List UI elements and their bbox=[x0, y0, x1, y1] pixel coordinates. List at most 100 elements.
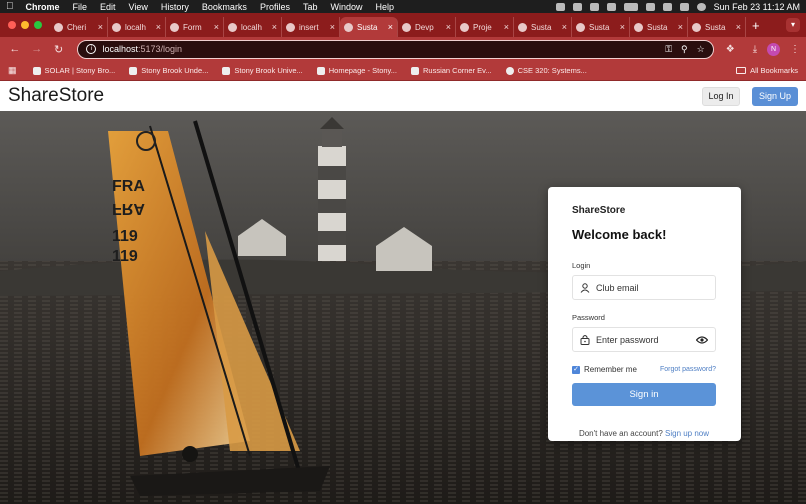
close-icon[interactable]: × bbox=[214, 22, 219, 32]
login-field[interactable] bbox=[572, 275, 716, 300]
url-host: localhost bbox=[102, 44, 139, 54]
site-brand[interactable]: ShareStore bbox=[8, 85, 104, 107]
bookmark-item[interactable]: Russian Corner Ev... bbox=[410, 66, 492, 75]
menu-app-name[interactable]: Chrome bbox=[26, 2, 60, 12]
browser-tab[interactable]: Cheri × bbox=[50, 17, 108, 37]
extensions-icon[interactable]: ❖ bbox=[726, 44, 735, 55]
reload-icon[interactable]: ↻ bbox=[50, 43, 68, 56]
menu-edit[interactable]: Edit bbox=[100, 2, 116, 12]
close-icon[interactable]: × bbox=[388, 22, 393, 32]
address-bar[interactable]: i localhost:5173/login ⚿ ⚲ ☆ bbox=[77, 39, 714, 59]
url-path: :5173/login bbox=[138, 44, 183, 54]
status-app-icon[interactable] bbox=[555, 2, 565, 11]
menu-view[interactable]: View bbox=[129, 2, 148, 12]
bookmark-star-icon[interactable]: ☆ bbox=[697, 44, 705, 55]
bookmark-favicon bbox=[32, 66, 41, 75]
tab-label: Susta bbox=[357, 22, 378, 32]
close-icon[interactable]: × bbox=[272, 22, 277, 32]
browser-tab[interactable]: Susta × bbox=[572, 17, 630, 37]
close-window-button[interactable] bbox=[8, 21, 16, 29]
password-key-icon[interactable]: ⚿ bbox=[665, 44, 672, 55]
browser-tab[interactable]: Susta × bbox=[688, 17, 746, 37]
minimize-window-button[interactable] bbox=[21, 21, 29, 29]
bookmark-item[interactable]: Homepage - Stony... bbox=[316, 66, 397, 75]
header-signup-button[interactable]: Sign Up bbox=[752, 86, 798, 106]
bookmark-favicon bbox=[129, 66, 138, 75]
menu-tab[interactable]: Tab bbox=[303, 2, 318, 12]
browser-tab[interactable]: Susta × bbox=[340, 17, 398, 37]
menu-clock[interactable]: Sun Feb 23 11:12 AM bbox=[714, 2, 800, 12]
menu-history[interactable]: History bbox=[161, 2, 189, 12]
sign-in-button[interactable]: Sign in bbox=[572, 383, 716, 406]
wifi-icon[interactable] bbox=[645, 2, 655, 11]
zoom-window-button[interactable] bbox=[34, 21, 42, 29]
close-icon[interactable]: × bbox=[446, 22, 451, 32]
site-info-icon[interactable]: i bbox=[86, 44, 97, 54]
tab-list: Cheri × localh × Form × localh × insert × Susta × De… bbox=[50, 13, 746, 37]
menu-file[interactable]: File bbox=[73, 2, 88, 12]
remember-row: ✓ Remember me Forgot password? bbox=[572, 365, 716, 374]
status-app-icon[interactable] bbox=[606, 2, 616, 11]
menu-profiles[interactable]: Profiles bbox=[260, 2, 290, 12]
browser-tab[interactable]: localh × bbox=[224, 17, 282, 37]
zoom-icon[interactable]: ⚲ bbox=[681, 44, 688, 55]
forgot-password-link[interactable]: Forgot password? bbox=[660, 366, 716, 373]
control-center-icon[interactable] bbox=[679, 2, 689, 11]
new-tab-button[interactable]: + bbox=[752, 18, 760, 33]
login-input[interactable] bbox=[596, 282, 708, 293]
bookmark-label: Russian Corner Ev... bbox=[422, 66, 492, 75]
menu-bookmarks[interactable]: Bookmarks bbox=[202, 2, 247, 12]
tab-search-button[interactable]: ▾ bbox=[786, 18, 800, 32]
apps-grid-icon[interactable]: ▦ bbox=[8, 65, 17, 76]
remember-me-label[interactable]: Remember me bbox=[584, 365, 637, 374]
browser-tab[interactable]: localh × bbox=[108, 17, 166, 37]
back-arrow-icon[interactable]: ← bbox=[6, 43, 24, 55]
password-label: Password bbox=[572, 313, 605, 322]
close-icon[interactable]: × bbox=[98, 22, 103, 32]
remember-me-checkbox[interactable]: ✓ bbox=[572, 365, 580, 374]
tab-label: localh bbox=[241, 22, 262, 32]
browser-tab[interactable]: Proje × bbox=[456, 17, 514, 37]
header-login-button[interactable]: Log In bbox=[702, 86, 740, 106]
bookmark-item[interactable]: CSE 320: Systems... bbox=[505, 66, 587, 75]
browser-tab[interactable]: Form × bbox=[166, 17, 224, 37]
search-icon[interactable] bbox=[662, 2, 672, 11]
svg-text:FRA: FRA bbox=[112, 178, 145, 195]
bookmark-item[interactable]: Stony Brook Unde... bbox=[129, 66, 208, 75]
browser-tab[interactable]: insert × bbox=[282, 17, 340, 37]
bookmark-item[interactable]: Stony Brook Unive... bbox=[222, 66, 303, 75]
close-icon[interactable]: × bbox=[620, 22, 625, 32]
all-bookmarks-button[interactable]: All Bookmarks bbox=[736, 66, 798, 75]
profile-avatar[interactable]: N bbox=[767, 42, 780, 56]
download-icon[interactable]: ⤓ bbox=[753, 44, 757, 55]
lock-icon bbox=[580, 334, 591, 345]
show-password-eye-icon[interactable] bbox=[696, 335, 708, 344]
close-icon[interactable]: × bbox=[736, 22, 741, 32]
password-field[interactable] bbox=[572, 327, 716, 352]
bookmark-item[interactable]: SOLAR | Stony Bro... bbox=[32, 66, 115, 75]
browser-tab[interactable]: Susta × bbox=[630, 17, 688, 37]
forward-arrow-icon[interactable]: → bbox=[28, 43, 46, 55]
siri-icon[interactable] bbox=[696, 2, 706, 11]
close-icon[interactable]: × bbox=[562, 22, 567, 32]
browser-tab[interactable]: Susta × bbox=[514, 17, 572, 37]
apple-icon[interactable]:  bbox=[6, 1, 14, 12]
close-icon[interactable]: × bbox=[678, 22, 683, 32]
sign-up-now-link[interactable]: Sign up now bbox=[665, 429, 709, 438]
close-icon[interactable]: × bbox=[504, 22, 509, 32]
close-icon[interactable]: × bbox=[156, 22, 161, 32]
signup-prompt: Don't have an account? Sign up now bbox=[572, 429, 716, 438]
password-input[interactable] bbox=[596, 334, 696, 345]
app-icon bbox=[344, 22, 353, 32]
battery-icon[interactable] bbox=[623, 2, 638, 11]
status-app-icon[interactable] bbox=[572, 2, 582, 11]
status-app-icon[interactable] bbox=[589, 2, 599, 11]
more-menu-icon[interactable]: ⋮ bbox=[790, 44, 800, 55]
globe-icon bbox=[112, 22, 121, 32]
menu-window[interactable]: Window bbox=[330, 2, 362, 12]
menu-help[interactable]: Help bbox=[375, 2, 394, 12]
tab-label: Susta bbox=[531, 22, 552, 32]
browser-tab[interactable]: Devp × bbox=[398, 17, 456, 37]
header-actions: Log In Sign Up bbox=[702, 86, 798, 106]
close-icon[interactable]: × bbox=[330, 22, 335, 32]
